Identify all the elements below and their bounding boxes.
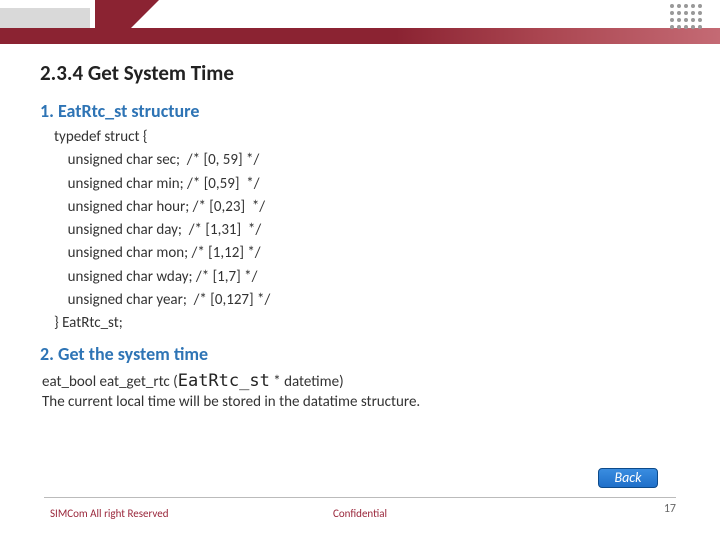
subsection-1-title: 1. EatRtc_st structure: [40, 100, 680, 122]
subsection-2-title: 2. Get the system time: [40, 343, 680, 365]
sig-type: EatRtc_st: [178, 371, 270, 391]
slide-content: 2.3.4 Get System Time 1. EatRtc_st struc…: [40, 60, 680, 411]
footer-center-text: Confidential: [0, 507, 720, 520]
section-title: 2.3.4 Get System Time: [40, 60, 680, 86]
function-signature: eat_bool eat_get_rtc (EatRtc_st * dateti…: [42, 371, 680, 391]
sig-suffix: * datetime): [270, 373, 344, 391]
footer-divider: [44, 497, 676, 498]
struct-code: typedef struct { unsigned char sec; /* […: [54, 126, 680, 335]
page-number: 17: [664, 502, 676, 516]
header-band: [0, 28, 720, 44]
sig-prefix: eat_bool eat_get_rtc (: [42, 373, 178, 391]
header-gray-block: [0, 8, 90, 28]
function-description: The current local time will be stored in…: [42, 393, 680, 411]
header-dot-grid: [670, 4, 702, 29]
back-button[interactable]: Back: [598, 468, 658, 488]
